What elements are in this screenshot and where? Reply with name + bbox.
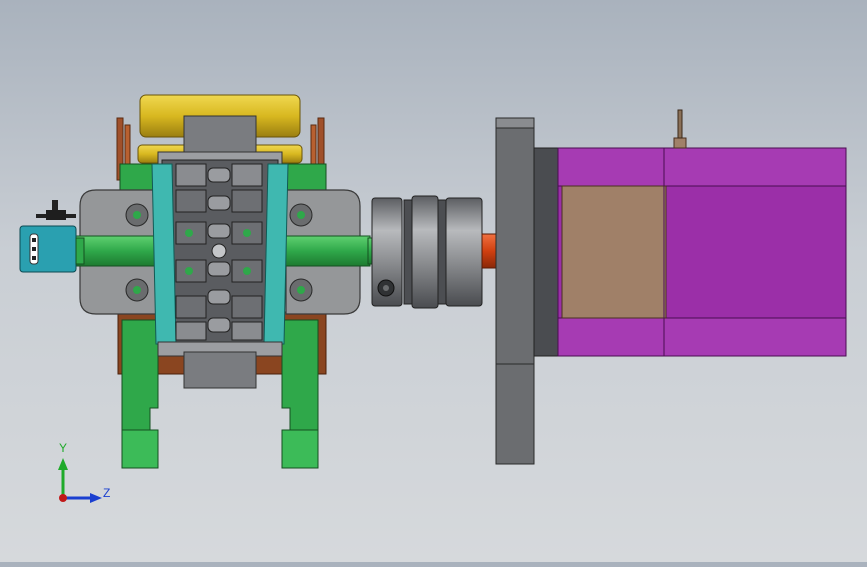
motor-end-cap — [561, 185, 667, 319]
gearbox-assembly — [69, 94, 371, 469]
limit-sensor — [19, 200, 85, 273]
triad-origin — [59, 494, 67, 502]
triad-z-label: Z — [103, 486, 111, 500]
motor-connector-pin — [673, 137, 687, 149]
triad-y-label: Y — [59, 441, 68, 455]
clamp-band-right — [263, 163, 289, 345]
green-foot-left — [121, 429, 159, 469]
coordinate-triad — [58, 458, 102, 503]
cad-drawing — [19, 94, 847, 503]
cad-viewport[interactable]: Y Z — [0, 0, 867, 562]
motor-mount-plate — [495, 117, 535, 465]
motor-flange — [533, 147, 561, 357]
flexible-coupling — [367, 195, 499, 309]
bottom-cap-block — [183, 351, 257, 389]
sensor-body — [19, 225, 77, 273]
stepper-motor — [495, 109, 847, 465]
clamp-band-left — [151, 163, 177, 345]
green-foot-right — [281, 429, 319, 469]
